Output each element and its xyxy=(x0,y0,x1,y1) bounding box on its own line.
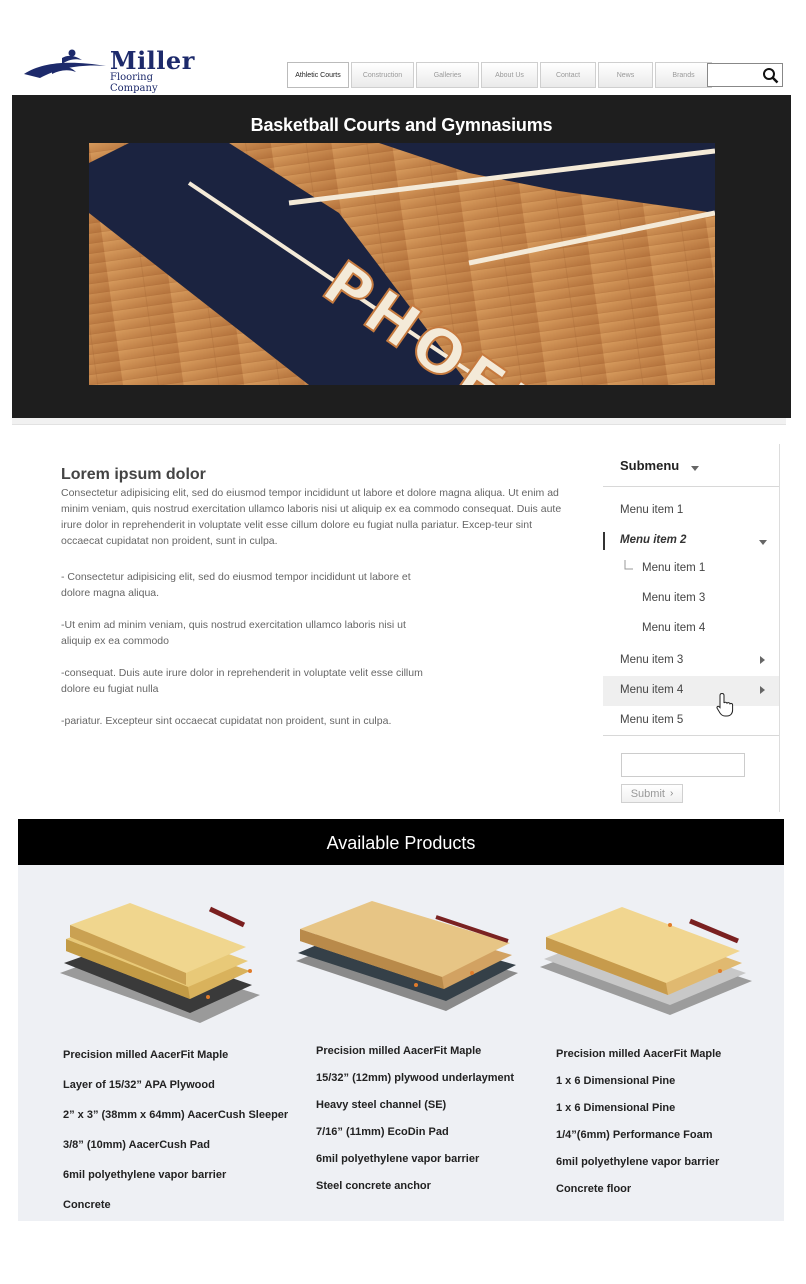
expand-down-icon xyxy=(759,540,767,545)
search-icon[interactable] xyxy=(762,67,779,84)
submit-button[interactable]: Submit › xyxy=(621,784,683,803)
flooring-system-2-image[interactable] xyxy=(296,901,518,1013)
chevron-right-icon: › xyxy=(669,788,674,799)
tab-athletic-courts[interactable]: Athletic Courts xyxy=(287,62,349,88)
product-2-spec: Precision milled AacerFit Maple xyxy=(316,1045,482,1057)
product-1-spec: Precision milled AacerFit Maple xyxy=(63,1049,229,1061)
search-input[interactable] xyxy=(707,63,783,87)
product-1-spec: 6mil polyethylene vapor barrier xyxy=(63,1169,227,1181)
product-3-spec: Concrete floor xyxy=(556,1183,632,1195)
product-3-spec: 1 x 6 Dimensional Pine xyxy=(556,1102,676,1114)
product-1-spec: 3/8” (10mm) AacerCush Pad xyxy=(63,1139,210,1151)
subitem-arrow-icon xyxy=(624,560,633,570)
chevron-right-icon xyxy=(760,686,765,694)
sidebar-item-4[interactable]: Menu item 4 xyxy=(620,684,683,696)
logo[interactable]: Miller Flooring Company xyxy=(22,46,202,94)
product-2-spec: 6mil polyethylene vapor barrier xyxy=(316,1153,480,1165)
bullet-text: -pariatur. Excepteur sint occaecat cupid… xyxy=(61,715,392,727)
tab-galleries[interactable]: Galleries xyxy=(416,62,479,88)
product-2-spec: 7/16” (11mm) EcoDin Pad xyxy=(316,1126,449,1138)
chevron-down-icon xyxy=(691,466,699,471)
sidebar-subitem-3[interactable]: Menu item 3 xyxy=(642,592,705,604)
main-nav: Athletic Courts Construction Galleries A… xyxy=(287,62,712,88)
brand-tagline: Flooring Company xyxy=(110,72,158,94)
sidebar-subitem-4[interactable]: Menu item 4 xyxy=(642,622,705,634)
product-2-spec: Heavy steel channel (SE) xyxy=(316,1099,447,1111)
submenu-heading[interactable]: Submenu xyxy=(620,458,679,473)
flooring-system-1-image[interactable] xyxy=(60,903,260,1025)
product-3-spec: 1/4”(6mm) Performance Foam xyxy=(556,1129,713,1141)
chevron-right-icon xyxy=(760,656,765,664)
sidebar-submenu: Submenu Menu item 1 Menu item 2 Menu ite… xyxy=(603,444,780,812)
hero-court-image: PHOENIX ‹ › xyxy=(89,143,715,385)
sidebar-text-input[interactable] xyxy=(621,753,745,777)
sidebar-item-1[interactable]: Menu item 1 xyxy=(620,504,683,516)
active-indicator xyxy=(603,532,605,550)
product-1-spec: Layer of 15/32” APA Plywood xyxy=(63,1079,215,1091)
product-2-spec: Steel concrete anchor xyxy=(316,1180,431,1192)
product-1-spec: 2” x 3” (38mm x 64mm) AacerCush Sleeper xyxy=(63,1109,289,1121)
court-floor-image: PHOENIX xyxy=(89,143,715,385)
hand-cursor-icon xyxy=(716,692,734,717)
sidebar-item-2[interactable]: Menu item 2 xyxy=(620,534,686,546)
hero-title: Basketball Courts and Gymnasiums xyxy=(250,115,553,135)
hero-divider xyxy=(12,418,786,425)
bullet-text: - Consectetur adipisicing elit, sed do e… xyxy=(61,571,411,599)
tab-news[interactable]: News xyxy=(598,62,653,88)
divider xyxy=(603,486,779,487)
sidebar-subitem-1[interactable]: Menu item 1 xyxy=(642,562,705,574)
flooring-system-3-image[interactable] xyxy=(540,901,752,1017)
intro-paragraph: Consectetur adipisicing elit, sed do eiu… xyxy=(61,487,562,547)
products-section: Precision milled AacerFit Maple Layer of… xyxy=(18,865,784,1221)
content-title: Lorem ipsum dolor xyxy=(61,466,206,483)
product-3-spec: 6mil polyethylene vapor barrier xyxy=(556,1156,720,1168)
sidebar-item-5[interactable]: Menu item 5 xyxy=(620,714,683,726)
product-3-spec: 1 x 6 Dimensional Pine xyxy=(556,1075,676,1087)
tab-brands[interactable]: Brands xyxy=(655,62,712,88)
logo-runner-icon xyxy=(24,49,106,78)
tab-contact[interactable]: Contact xyxy=(540,62,596,88)
product-2-spec: 15/32” (12mm) plywood underlayment xyxy=(316,1072,515,1084)
hero-slider: Basketball Courts and Gymnasiums PHOENI xyxy=(12,95,791,418)
tab-about-us[interactable]: About Us xyxy=(481,62,538,88)
products-heading: Available Products xyxy=(18,819,784,865)
product-1-spec: Concrete xyxy=(63,1199,111,1211)
product-3-spec: Precision milled AacerFit Maple xyxy=(556,1048,722,1060)
brand-name: Miller xyxy=(110,46,195,75)
submit-label: Submit xyxy=(630,787,665,800)
bullet-text: -Ut enim ad minim veniam, quis nostrud e… xyxy=(61,619,406,647)
sidebar-item-3[interactable]: Menu item 3 xyxy=(620,654,683,666)
divider xyxy=(603,735,779,736)
tab-construction[interactable]: Construction xyxy=(351,62,414,88)
bullet-text: -consequat. Duis aute irure dolor in rep… xyxy=(61,667,423,695)
